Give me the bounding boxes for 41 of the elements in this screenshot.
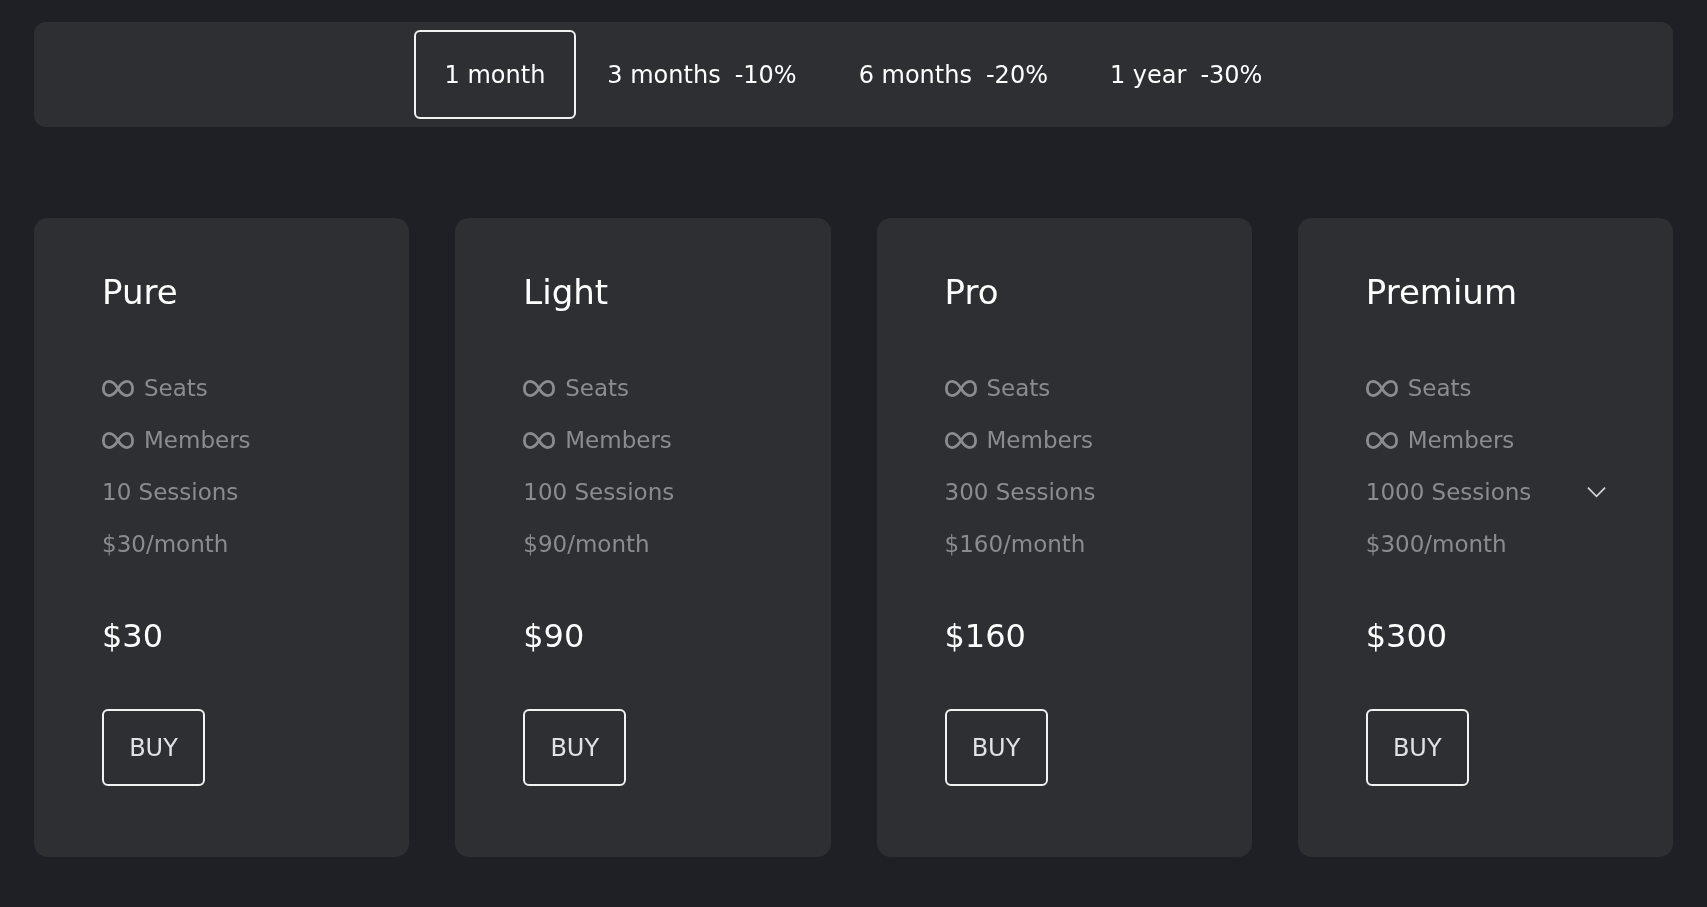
feature-text: 100 Sessions	[523, 479, 675, 505]
feature-text: Members	[565, 427, 672, 453]
infinity-icon	[1365, 431, 1398, 449]
plan-price: $160	[944, 616, 1026, 656]
infinity-icon	[944, 379, 977, 397]
period-tab[interactable]: 1 month	[413, 30, 577, 119]
plan-name: Light	[523, 272, 609, 312]
buy-button[interactable]: BUY	[523, 709, 627, 786]
buy-button[interactable]: BUY	[1365, 709, 1469, 786]
feature-text: Members	[986, 427, 1094, 453]
plan-price: $90	[523, 616, 585, 656]
feature-text: Seats	[986, 375, 1051, 401]
buy-button[interactable]: BUY	[102, 709, 205, 786]
feature-text: $300/month	[1365, 531, 1507, 557]
infinity-icon	[102, 379, 134, 397]
infinity-icon	[102, 431, 134, 449]
plan-price: $300	[1365, 616, 1448, 656]
infinity-icon	[523, 431, 556, 449]
feature-text: 10 Sessions	[102, 479, 239, 505]
feature-text: Seats	[1407, 375, 1472, 401]
chevron-down-icon	[1586, 486, 1607, 498]
infinity-icon	[944, 431, 977, 449]
feature-text: 300 Sessions	[944, 479, 1096, 505]
infinity-icon	[1365, 379, 1398, 397]
feature-text: $90/month	[523, 531, 650, 557]
feature-text: Seats	[144, 375, 208, 401]
plan-name: Premium	[1365, 272, 1518, 312]
plan-name: Pro	[944, 272, 999, 312]
period-tab[interactable]: 3 months -10%	[576, 30, 828, 119]
plan-price: $30	[102, 616, 164, 656]
feature-text: Members	[144, 427, 251, 453]
period-tab[interactable]: 1 year -30%	[1078, 30, 1294, 119]
feature-text: Seats	[565, 375, 630, 401]
period-tab[interactable]: 6 months -20%	[827, 30, 1079, 119]
feature-text: $160/month	[944, 531, 1086, 557]
buy-button[interactable]: BUY	[944, 709, 1048, 786]
sessions-select[interactable]: 1000 Sessions	[1365, 466, 1607, 518]
plan-name: Pure	[102, 272, 178, 312]
feature-text: Members	[1407, 427, 1515, 453]
feature-text: $30/month	[102, 531, 229, 557]
infinity-icon	[523, 379, 556, 397]
